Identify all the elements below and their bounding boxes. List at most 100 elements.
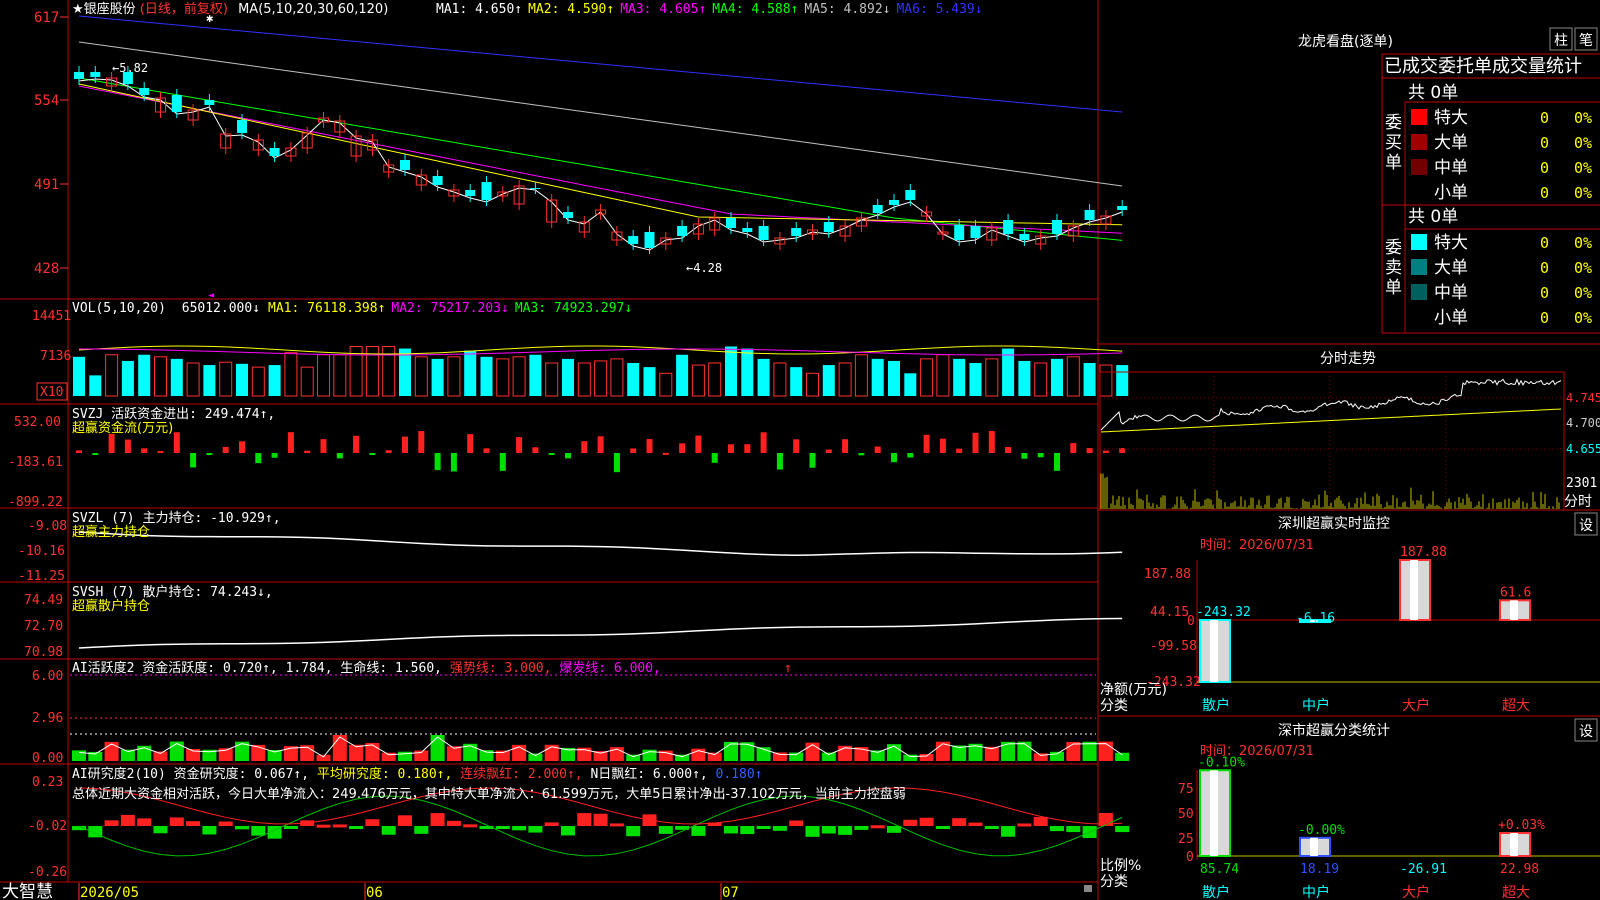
period-label: (日线，前复权)	[140, 1, 228, 17]
fund-flow-bar	[728, 444, 734, 453]
volume-bar-down	[904, 373, 917, 396]
price-axis: 617 554 491 428	[34, 10, 68, 277]
stat-ylabel: 比例%	[1100, 858, 1141, 874]
intraday-price-line	[1100, 378, 1562, 431]
fund-flow-bar	[597, 436, 604, 453]
low-label: ←4.28	[686, 261, 722, 275]
research-bar	[316, 824, 331, 828]
stat-value: -26.91	[1400, 862, 1447, 877]
research-bar	[186, 821, 201, 826]
activity-bar	[1066, 741, 1081, 761]
volume-bar-up	[219, 361, 233, 397]
ai-research-panel[interactable]: 0.23 -0.02 -0.26 AI研究度2(10) 资金研究度: 0.067…	[28, 766, 1130, 880]
order-stats-title: 已成交委托单成交量统计	[1384, 56, 1582, 77]
candle-down	[237, 120, 247, 133]
intraday-tick-1: 4.700	[1566, 416, 1600, 430]
buy-row-name: 中单	[1434, 158, 1468, 178]
sell-row-pct: 0%	[1574, 259, 1592, 277]
svsh-tick-0: 74.49	[24, 593, 63, 608]
sell-orders-label: 委卖单	[1385, 238, 1402, 298]
research-bar	[838, 826, 853, 835]
sell-row-name: 中单	[1434, 283, 1468, 303]
research-bar	[463, 824, 478, 828]
volume-bar-up	[854, 354, 868, 397]
fund-flow-bar	[760, 432, 767, 453]
fund-flow-bar	[858, 453, 865, 456]
monitor-bar-highlight	[1410, 560, 1418, 620]
vol-ma2-line	[78, 348, 1123, 356]
buy-row-count: 0	[1540, 159, 1549, 177]
volume-panel[interactable]: 14451 7136 X10 VOL(5,10,20) 65012.000↓ M…	[32, 301, 1129, 401]
fund-flow-bar	[222, 446, 229, 453]
research-bar	[512, 826, 527, 831]
fund-flow-bar	[385, 450, 392, 453]
monitor-value: -243.32	[1196, 605, 1251, 620]
retail-position-line	[78, 617, 1123, 649]
marker-star-icon: ✱	[206, 11, 213, 25]
activity-bar	[1017, 741, 1032, 761]
stat-y-0: 75	[1178, 782, 1194, 797]
svzl-tick-0: -9.08	[28, 519, 67, 534]
vol-ma-value: MA3: 74923.297↓	[515, 301, 632, 316]
intraday-panel[interactable]: 分时走势 4.745 4.700 4.655 2301 分时	[1099, 351, 1600, 511]
fund-flow-bar	[548, 453, 555, 455]
fund-flow-bar	[972, 432, 979, 453]
stat-value: 22.98	[1500, 862, 1539, 877]
volume-bar-up	[1099, 364, 1113, 397]
ai-active-part: 爆发线: 6.000,	[559, 660, 661, 676]
volume-bar-up	[447, 356, 461, 397]
research-bar	[561, 826, 575, 836]
stat-settings-button[interactable]: 设	[1574, 718, 1598, 742]
research-bar	[887, 826, 901, 833]
candle-down	[400, 160, 410, 170]
arrow-marker-icon: ◄	[208, 290, 214, 301]
header-row: ★银座股份 (日线，前复权) MA(5,10,20,30,60,120)	[72, 1, 388, 17]
volume-bar-down	[790, 367, 803, 396]
dragon-tiger-panel[interactable]: 龙虎看盘(逐单) 柱 笔 已成交委托单成交量统计 委买单 委卖单 共 0单 共 …	[1298, 27, 1598, 328]
ai-active-part: 强势线: 3.000,	[450, 660, 559, 676]
activity-bar	[903, 754, 918, 761]
activity-bar	[740, 742, 755, 761]
ma-value: MA3: 4.605↑	[620, 2, 706, 17]
fund-flow-bar	[1005, 446, 1012, 453]
research-bar	[332, 824, 347, 828]
research-bar	[740, 826, 755, 835]
research-bar	[235, 826, 249, 830]
stat-category: 超大	[1502, 885, 1530, 900]
svsh-panel[interactable]: 74.49 72.70 70.98 SVSH (7) 散户持仓: 74.243↓…	[24, 584, 1123, 660]
fund-flow-bar	[516, 437, 523, 453]
svzj-panel[interactable]: 532.00 -183.61 -899.22 SVZJ 活跃资金进出: 249.…	[8, 406, 1126, 510]
svzj-tick-1: -183.61	[8, 455, 63, 470]
buy-row-pct: 0%	[1574, 159, 1592, 177]
pen-mode-button[interactable]: 笔	[1574, 27, 1598, 51]
svzl-panel[interactable]: -9.08 -10.16 -11.25 SVZL (7) 主力持仓: -10.9…	[18, 511, 1123, 584]
research-bars	[72, 812, 1130, 839]
bar-mode-button[interactable]: 柱	[1549, 27, 1573, 51]
research-bar	[789, 820, 804, 826]
lock-icon[interactable]	[1084, 885, 1092, 892]
price-tick-label: 491	[34, 177, 59, 193]
volume-bar-down	[871, 358, 884, 396]
order-side-char: 单	[1385, 278, 1402, 298]
volume-bar-up	[105, 354, 119, 397]
candle-down	[758, 226, 769, 240]
ai-activity-panel[interactable]: 6.00 2.96 0.00 AI活跃度2 资金活跃度: 0.720↑, 1.7…	[32, 660, 1130, 766]
activity-bar	[772, 752, 787, 761]
candle-down	[465, 190, 476, 196]
research-bar	[169, 817, 184, 826]
monitor-categories: 散户 中户 大户 超大	[1202, 697, 1530, 714]
fund-flow-bar	[695, 435, 702, 453]
sell-row-name: 特大	[1434, 233, 1468, 253]
research-bar	[414, 826, 429, 834]
realtime-monitor-panel[interactable]: 深圳超赢实时监控 设 时间：2026/07/31 187.88 44.15 0 …	[1100, 512, 1600, 714]
buy-row-count: 0	[1540, 134, 1549, 152]
monitor-settings-button[interactable]: 设	[1574, 512, 1598, 536]
main-price-panel[interactable]: 617 554 491 428 ★银座股份 (日线，前复权) MA(5,10,20,3…	[34, 1, 1128, 301]
classification-stats-panel[interactable]: 深市超赢分类统计 设 时间：2026/07/31 75 50 25 0 -0.1…	[1100, 718, 1600, 900]
monitor-bar-highlight	[1210, 620, 1218, 682]
research-bar	[365, 819, 380, 826]
candle-down	[905, 190, 916, 200]
stat-value: 18.19	[1300, 862, 1339, 877]
volume-bar-up	[920, 358, 934, 397]
research-bar	[349, 826, 364, 829]
